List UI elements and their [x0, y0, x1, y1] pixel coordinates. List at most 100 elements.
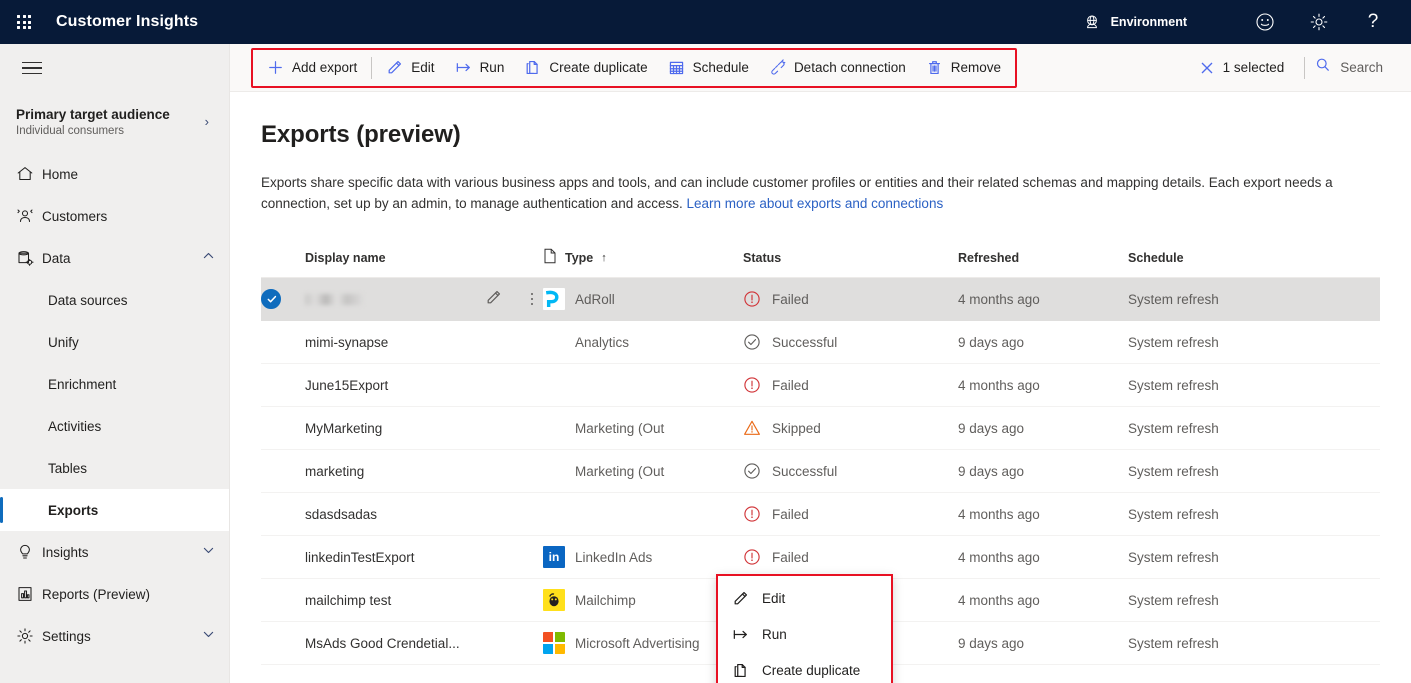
command-bar-highlighted-group: Add export Edit Run Create duplicate Schedul… [251, 47, 1018, 88]
row-type-label: Microsoft Advertising [575, 635, 700, 651]
table-row[interactable]: sdasdsadas Failed 4 months ago System refre… [261, 493, 1380, 536]
no-type-icon [543, 374, 565, 396]
column-header-display-name[interactable]: Display name [305, 251, 485, 265]
command-detach-connection-button[interactable]: Detach connection [759, 52, 916, 84]
command-schedule-button[interactable]: Schedule [658, 52, 759, 84]
sidebar-item-unify[interactable]: Unify [0, 321, 229, 363]
context-menu-item-run[interactable]: Run [718, 616, 891, 652]
context-menu-item-edit[interactable]: Edit [718, 580, 891, 616]
command-remove-button[interactable]: Remove [916, 52, 1011, 84]
row-select-cell[interactable] [261, 504, 305, 524]
command-run-button[interactable]: Run [445, 52, 515, 84]
sidebar-item-reports-preview[interactable]: Reports (Preview) [0, 573, 229, 615]
context-menu-item-create-duplicate[interactable]: Create duplicate [718, 652, 891, 683]
row-schedule-cell: System refresh [1128, 592, 1219, 608]
row-name-cell: mailchimp test [305, 593, 485, 608]
environment-selector[interactable]: Environment [1083, 13, 1187, 31]
sidebar-item-customers[interactable]: Customers [0, 195, 229, 237]
row-select-cell[interactable] [261, 375, 305, 395]
exports-table: Display name Type ↑ Status Refreshed Sch… [261, 238, 1380, 683]
column-header-type[interactable]: Type ↑ [543, 248, 743, 267]
row-refreshed-cell: 9 days ago [958, 463, 1025, 479]
row-select-cell[interactable] [261, 633, 305, 653]
row-edit-pencil-icon[interactable] [485, 289, 502, 309]
sidebar-item-enrichment[interactable]: Enrichment [0, 363, 229, 405]
unlink-icon [769, 59, 786, 76]
row-kebab-cell[interactable] [521, 292, 543, 306]
adroll-icon [543, 288, 565, 310]
sidebar-item-insights[interactable]: Insights [0, 531, 229, 573]
command-button-label: Detach connection [793, 60, 906, 75]
pencil-icon [732, 590, 749, 607]
sidebar-nav-list: Home Customers Data Data sources Unify Enrich… [0, 153, 229, 657]
row-type-label: Analytics [575, 334, 630, 350]
row-status-cell: Successful [743, 333, 958, 351]
clear-selection-button[interactable]: 1 selected [1189, 52, 1295, 84]
row-more-options-icon[interactable] [521, 292, 543, 306]
sidebar-item-label: Unify [48, 334, 79, 350]
column-header-schedule[interactable]: Schedule [1128, 251, 1288, 265]
no-type-icon [543, 417, 565, 439]
sidebar-item-exports[interactable]: Exports [0, 489, 229, 531]
row-refreshed-cell: 4 months ago [958, 506, 1040, 522]
row-type-cell: Mailchimp [543, 589, 743, 611]
help-icon[interactable]: ? [1359, 8, 1387, 36]
column-header-refreshed[interactable]: Refreshed [958, 251, 1128, 265]
trash-icon [926, 59, 943, 76]
sidebar-item-label: Data sources [48, 292, 128, 308]
sidebar-item-label: Tables [48, 460, 88, 476]
row-display-name: linkedinTestExport [305, 549, 415, 565]
sidebar-item-settings[interactable]: Settings [0, 615, 229, 657]
row-pencil-cell[interactable] [485, 289, 521, 309]
column-header-status[interactable]: Status [743, 251, 958, 265]
close-x-icon [1199, 60, 1215, 76]
linkedin-icon: in [543, 546, 565, 568]
row-checkbox-checked[interactable] [261, 289, 281, 309]
sidebar-item-data-sources[interactable]: Data sources [0, 279, 229, 321]
table-row[interactable]: June15Export Failed 4 months ago System ref… [261, 364, 1380, 407]
chevron-down-icon [202, 544, 215, 560]
left-sidebar: Primary target audience Individual consu… [0, 44, 230, 683]
sidebar-item-tables[interactable]: Tables [0, 447, 229, 489]
copy-icon [524, 59, 541, 76]
learn-more-link[interactable]: Learn more about exports and connections [687, 196, 944, 211]
row-select-cell[interactable] [261, 418, 305, 438]
table-row[interactable]: linkedinTestExport in LinkedIn Ads Failed 4 … [261, 536, 1380, 579]
hamburger-menu-icon[interactable] [8, 44, 56, 92]
row-select-cell[interactable] [261, 461, 305, 481]
audience-title: Primary target audience [16, 107, 170, 122]
selected-count-label: 1 selected [1222, 60, 1285, 75]
app-launcher-icon[interactable] [0, 0, 48, 44]
command-edit-button[interactable]: Edit [376, 52, 444, 84]
run-arrow-icon [732, 626, 749, 643]
command-add-export-button[interactable]: Add export [257, 52, 367, 84]
table-row[interactable]: mimi-synapse Analytics Successful 9 days ag… [261, 321, 1380, 364]
row-select-cell[interactable] [261, 547, 305, 567]
sidebar-item-label: Home [42, 166, 79, 182]
mailchimp-icon [543, 589, 565, 611]
command-button-label: Edit [411, 60, 435, 75]
row-select-cell[interactable] [261, 590, 305, 610]
table-row[interactable]: AdRoll Failed 4 months ago System refresh [261, 278, 1380, 321]
search-input[interactable]: Search [1315, 57, 1383, 78]
command-create-duplicate-button[interactable]: Create duplicate [514, 52, 657, 84]
sidebar-item-home[interactable]: Home [0, 153, 229, 195]
chevron-up-icon [202, 250, 215, 266]
report-icon [16, 585, 42, 603]
row-select-cell[interactable] [261, 332, 305, 352]
gear-icon[interactable] [1305, 8, 1333, 36]
error-icon [743, 290, 761, 308]
sidebar-item-activities[interactable]: Activities [0, 405, 229, 447]
smiley-icon[interactable] [1251, 8, 1279, 36]
row-status-cell: Failed [743, 548, 958, 566]
row-select-cell[interactable] [261, 289, 305, 309]
row-name-cell: mimi-synapse [305, 335, 485, 350]
row-type-cell: AdRoll [543, 288, 743, 310]
sidebar-item-data[interactable]: Data [0, 237, 229, 279]
table-row[interactable]: MyMarketing Marketing (Out Skipped 9 days a… [261, 407, 1380, 450]
table-row[interactable]: marketing Marketing (Out Successful 9 days … [261, 450, 1380, 493]
row-type-cell: Microsoft Advertising [543, 632, 743, 654]
command-button-label: Remove [950, 60, 1002, 75]
primary-target-audience-selector[interactable]: Primary target audience Individual consu… [0, 92, 229, 147]
row-name-cell [305, 292, 485, 307]
